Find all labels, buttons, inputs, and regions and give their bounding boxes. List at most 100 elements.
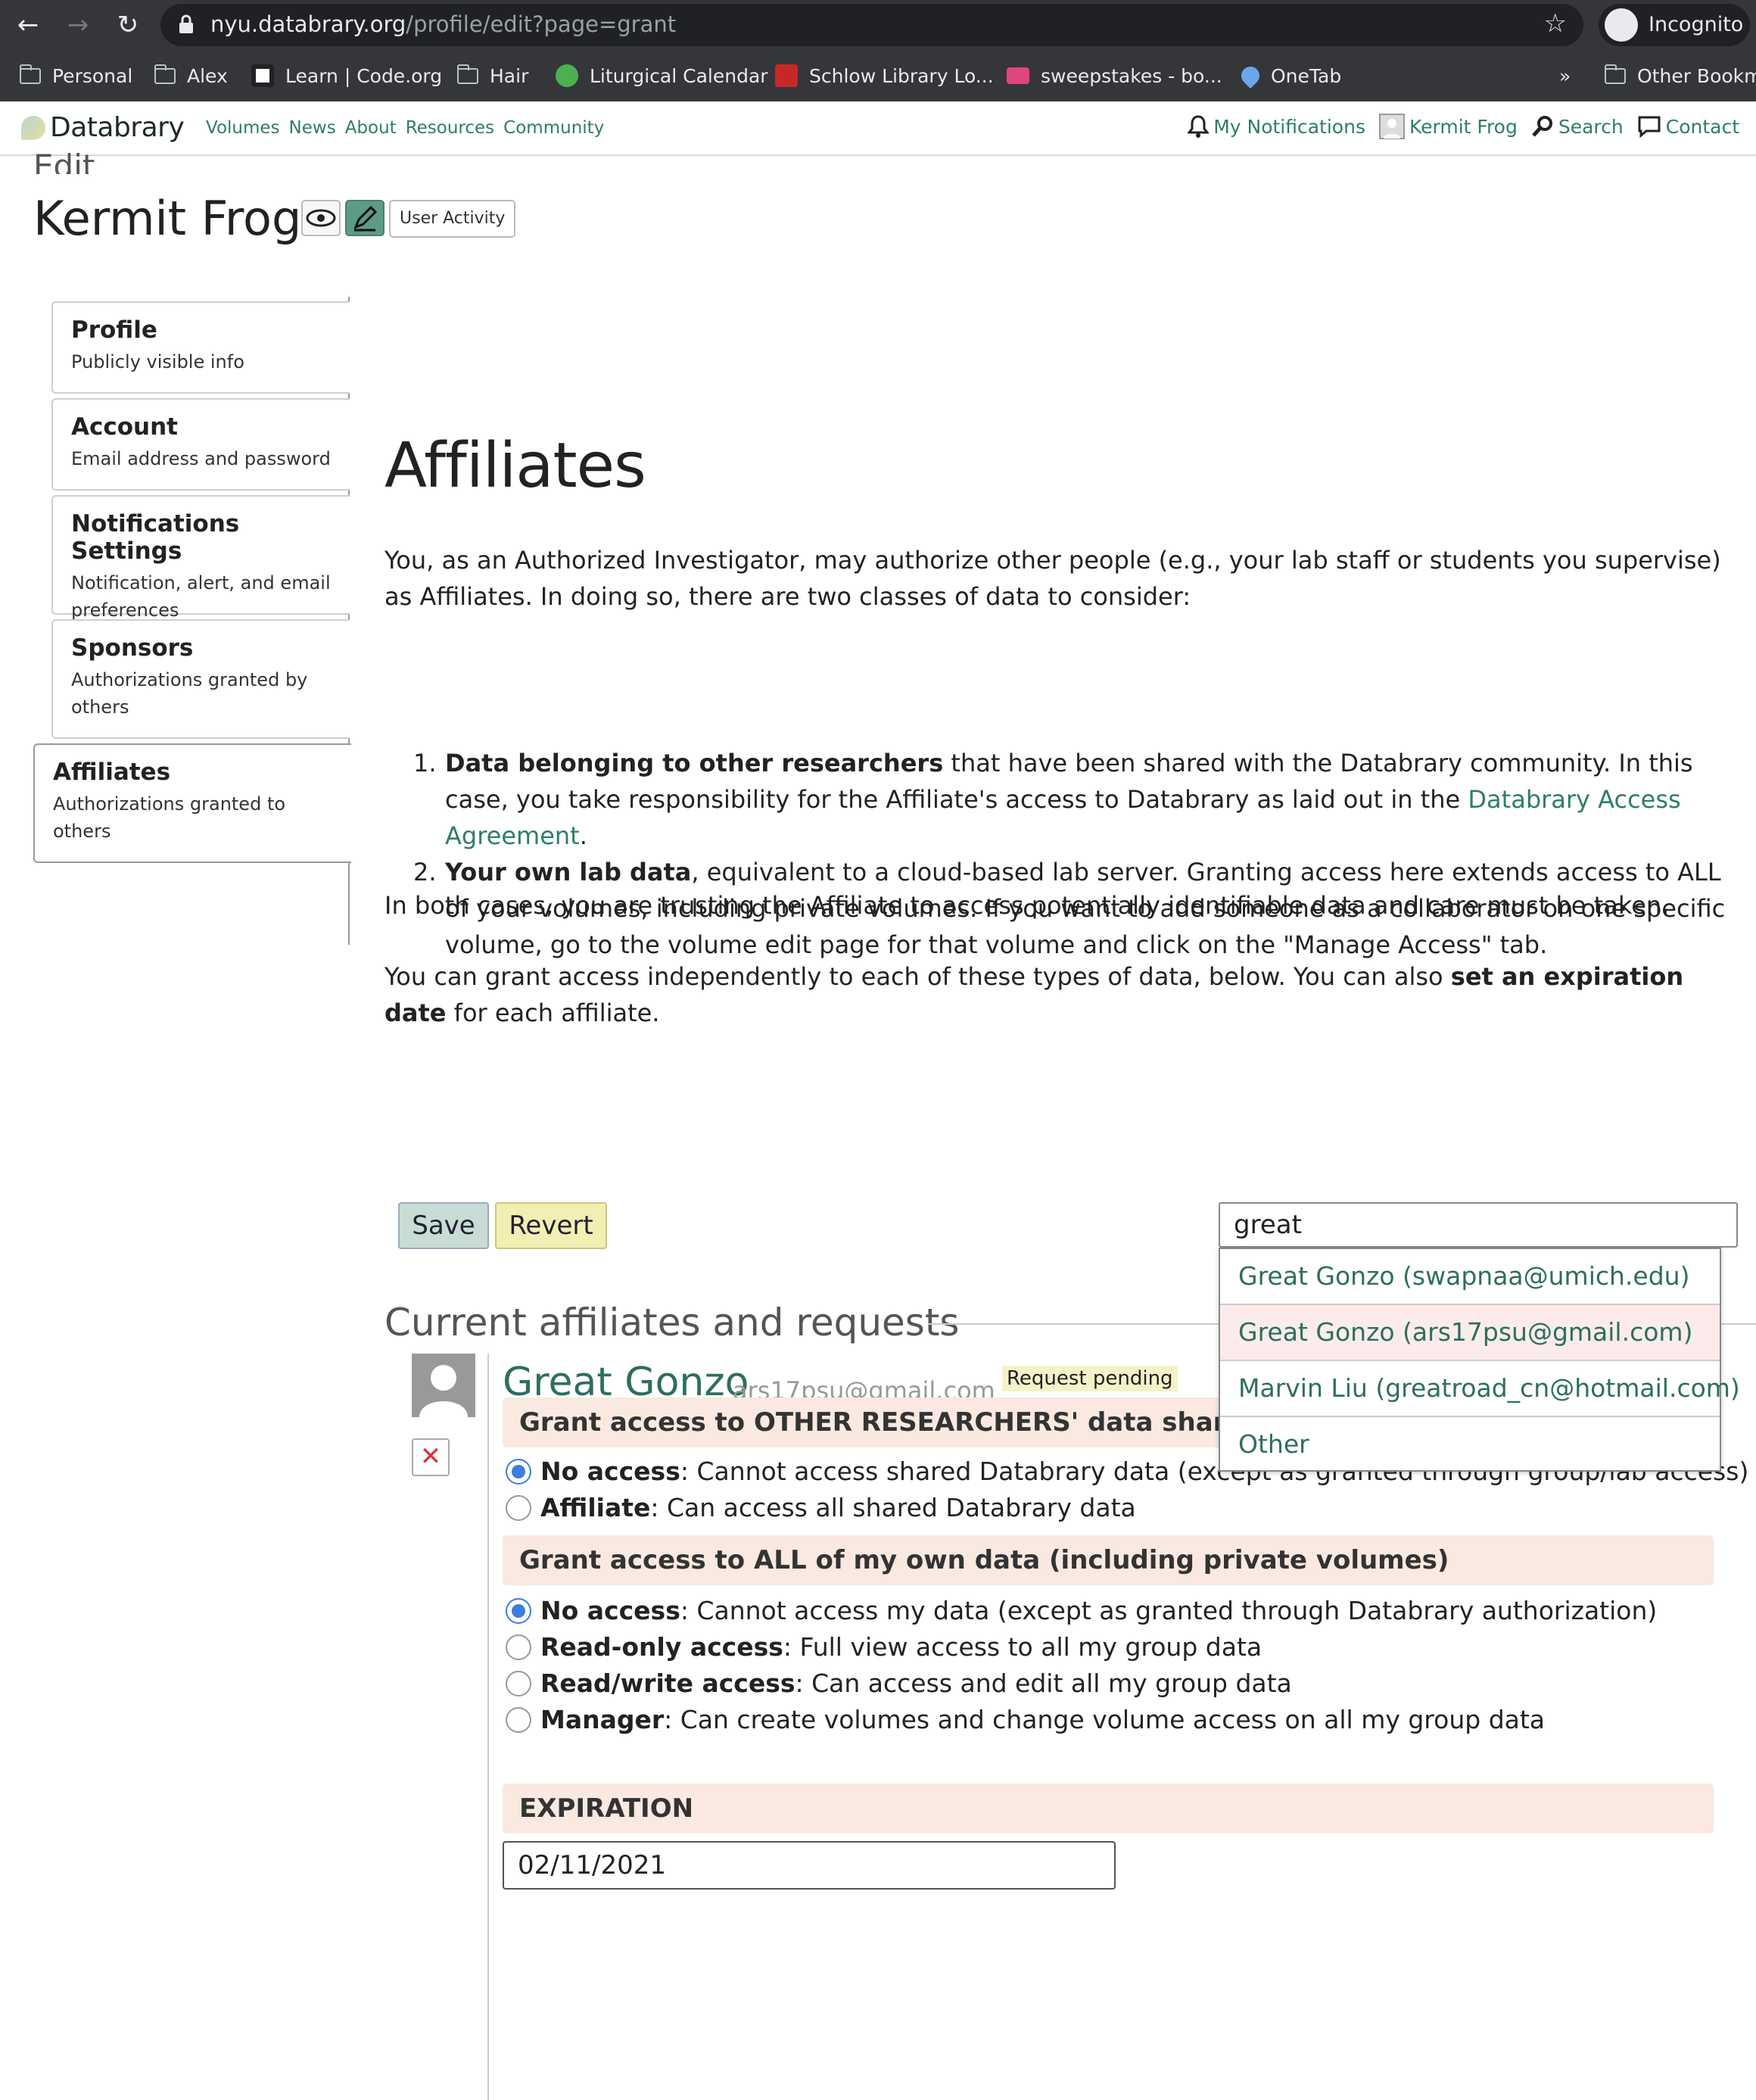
user-label: Kermit Frog: [1409, 115, 1518, 138]
bookmark-personal[interactable]: Personal: [20, 61, 132, 91]
code-org-icon: [251, 64, 274, 87]
sidebar-item-sponsors[interactable]: Sponsors Authorizations granted by other…: [51, 619, 350, 739]
bookmark-liturgical-calendar[interactable]: Liturgical Calendar: [556, 61, 768, 91]
suggestion-option[interactable]: Great Gonzo (swapnaa@umich.edu): [1220, 1249, 1720, 1305]
radio-checked-icon: [506, 1597, 531, 1624]
sidebar-item-subtitle: Publicly visible info: [71, 351, 244, 372]
nav-about[interactable]: About: [345, 118, 397, 138]
bookmark-label: Alex: [187, 64, 228, 87]
folder-icon: [154, 64, 176, 84]
sidebar-item-title: Profile: [71, 316, 157, 344]
own-manager-radio[interactable]: Manager: Can create volumes and change v…: [506, 1705, 1545, 1734]
address-bar[interactable]: nyu.databrary.org/profile/edit?page=gran…: [160, 4, 1583, 46]
databrary-logo[interactable]: Databrary: [21, 112, 185, 143]
sidebar-item-title: Affiliates: [53, 759, 171, 786]
bookmark-hair[interactable]: Hair: [457, 61, 528, 91]
others-affiliate-radio[interactable]: Affiliate: Can access all shared Databra…: [506, 1493, 1136, 1522]
radio-label: : Can access all shared Databrary data: [650, 1493, 1136, 1522]
view-profile-button[interactable]: [301, 200, 341, 236]
forward-icon[interactable]: →: [61, 8, 95, 42]
intro-paragraph: You, as an Authorized Investigator, may …: [385, 546, 1721, 611]
sidebar-item-profile[interactable]: Profile Publicly visible info: [51, 301, 350, 394]
bookmark-label: Schlow Library Lo...: [809, 64, 994, 87]
bookmark-other[interactable]: Other Bookma: [1605, 61, 1756, 91]
radio-label-bold: Manager: [540, 1705, 665, 1734]
sidebar-item-title: Notifications Settings: [71, 510, 240, 565]
save-button[interactable]: Save: [398, 1202, 489, 1249]
sidebar-item-title: Sponsors: [71, 634, 194, 662]
bookmark-label: Hair: [490, 64, 529, 87]
sidebar-item-account[interactable]: Account Email address and password: [51, 398, 350, 491]
bookmark-schlow-library[interactable]: Schlow Library Lo...: [775, 61, 994, 91]
search-link[interactable]: Search: [1531, 115, 1624, 138]
avatar: [412, 1354, 475, 1417]
bookmark-sweepstakes[interactable]: sweepstakes - bo...: [1007, 61, 1222, 91]
expiration-heading: EXPIRATION: [503, 1784, 1714, 1834]
search-icon: [1531, 116, 1552, 137]
trust-paragraph: In both cases, you are trusting the Affi…: [385, 891, 1670, 920]
page-title: Affiliates: [385, 430, 646, 502]
sidebar-item-subtitle: Authorizations granted to others: [53, 793, 286, 842]
radio-label: : Full view access to all my group data: [783, 1632, 1263, 1662]
radio-label: : Can access and edit all my group data: [795, 1668, 1292, 1698]
list-item-end: .: [579, 821, 587, 850]
own-read-only-radio[interactable]: Read-only access: Full view access to al…: [506, 1632, 1262, 1662]
user-nav: My Notifications Kermit Frog Search Cont…: [1174, 114, 1739, 139]
edit-profile-button[interactable]: [345, 200, 385, 236]
bookmark-onetab[interactable]: OneTab: [1238, 61, 1342, 91]
pencil-icon: [353, 205, 378, 232]
section-heading: Current affiliates and requests: [385, 1301, 960, 1344]
sidebar-item-affiliates[interactable]: Affiliates Authorizations granted to oth…: [33, 743, 351, 863]
sidebar-item-subtitle: Email address and password: [71, 448, 331, 469]
main-nav: Volumes News About Resources Community: [206, 118, 604, 138]
nav-volumes[interactable]: Volumes: [206, 118, 280, 138]
browser-chrome: ← → ↻ nyu.databrary.org/profile/edit?pag…: [0, 0, 1756, 101]
browser-toolbar: ← → ↻ nyu.databrary.org/profile/edit?pag…: [0, 0, 1756, 50]
schlow-s-icon: [775, 64, 798, 87]
back-icon[interactable]: ←: [11, 8, 45, 42]
revert-button[interactable]: Revert: [495, 1202, 607, 1249]
site-header: Databrary Volumes News About Resources C…: [0, 101, 1756, 156]
bookmarks-overflow-icon[interactable]: »: [1559, 61, 1571, 91]
remove-affiliate-button[interactable]: ✕: [412, 1438, 450, 1476]
radio-label-bold: Affiliate: [540, 1493, 651, 1522]
nav-news[interactable]: News: [289, 118, 336, 138]
user-activity-button[interactable]: User Activity: [389, 200, 516, 238]
bookmark-alex[interactable]: Alex: [154, 61, 228, 91]
radio-checked-icon: [506, 1458, 531, 1485]
incognito-badge[interactable]: Incognito: [1599, 4, 1750, 46]
bookmark-star-icon[interactable]: ☆: [1544, 8, 1567, 39]
list-item-bold: Data belonging to other researchers: [445, 749, 944, 777]
grant-text-end: for each affiliate.: [446, 999, 660, 1027]
sidebar-item-subtitle: Notification, alert, and email preferenc…: [71, 572, 331, 621]
suggestion-option-other[interactable]: Other: [1220, 1417, 1720, 1473]
incognito-icon: [1605, 8, 1638, 42]
radio-unchecked-icon: [506, 1634, 531, 1660]
bookmark-code-org[interactable]: Learn | Code.org: [251, 61, 442, 91]
nav-resources[interactable]: Resources: [406, 118, 494, 138]
user-profile-link[interactable]: Kermit Frog: [1378, 114, 1518, 139]
onetab-icon: [1238, 63, 1263, 89]
suggestion-option[interactable]: Marvin Liu (greatroad_cn@hotmail.com): [1220, 1361, 1740, 1417]
my-notifications-link[interactable]: My Notifications: [1188, 114, 1365, 139]
own-read-write-radio[interactable]: Read/write access: Can access and edit a…: [506, 1668, 1292, 1698]
suggestion-option[interactable]: Great Gonzo (ars17psu@gmail.com): [1220, 1305, 1720, 1361]
own-access-heading: Grant access to ALL of my own data (incl…: [503, 1535, 1714, 1585]
url-host: nyu.databrary.org: [210, 11, 406, 37]
sidebar-item-notifications-settings[interactable]: Notifications Settings Notification, ale…: [51, 495, 350, 621]
list-number: 1.: [413, 749, 437, 777]
logo-text: Databrary: [50, 112, 185, 143]
expiration-date-input[interactable]: 02/11/2021: [503, 1841, 1116, 1890]
nav-community[interactable]: Community: [503, 118, 604, 138]
own-no-access-radio[interactable]: No access: Cannot access my data (except…: [506, 1596, 1657, 1625]
contact-link[interactable]: Contact: [1637, 115, 1739, 138]
bookmark-label: Learn | Code.org: [285, 64, 443, 87]
profile-name: Kermit Frog: [33, 191, 302, 246]
radio-label: : Cannot access my data (except as grant…: [680, 1596, 1658, 1625]
reload-icon[interactable]: ↻: [111, 8, 145, 42]
url-text: nyu.databrary.org/profile/edit?page=gran…: [210, 11, 676, 37]
radio-unchecked-icon: [506, 1494, 531, 1521]
affiliate-search-input[interactable]: great: [1219, 1202, 1738, 1248]
bookmark-label: OneTab: [1271, 64, 1342, 87]
databrary-logo-icon: [21, 115, 45, 140]
